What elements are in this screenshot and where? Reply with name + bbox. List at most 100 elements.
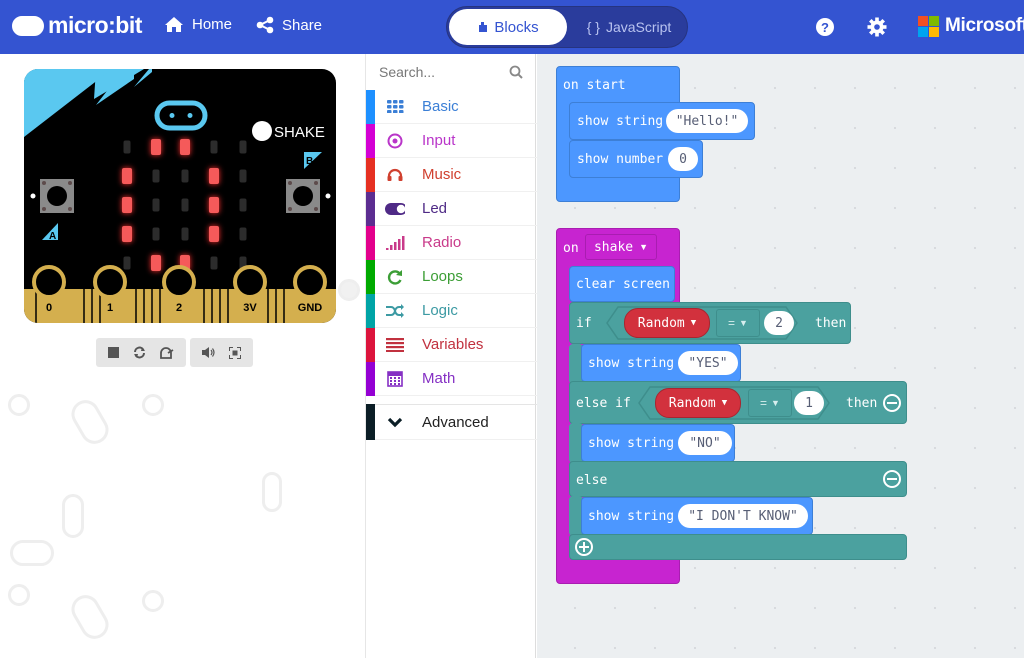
- pin-label: GND: [298, 302, 323, 314]
- led-on: [209, 197, 219, 213]
- fullscreen-icon[interactable]: [229, 346, 241, 359]
- pin-label: 2: [176, 302, 182, 314]
- category-label: Music: [422, 166, 462, 183]
- category-color-bar: [366, 293, 375, 328]
- else-block[interactable]: else: [569, 461, 907, 497]
- category-radio[interactable]: Radio: [366, 225, 537, 260]
- category-math[interactable]: Math: [366, 361, 537, 396]
- pin-gnd[interactable]: GND: [293, 265, 327, 314]
- show-number-block[interactable]: show number 0: [569, 140, 703, 178]
- top-bar: micro:bit Home Share Blocks { } JavaScri…: [0, 0, 1024, 54]
- led-off: [152, 169, 160, 183]
- shake-button: [252, 121, 272, 141]
- toolbox-search-input[interactable]: Search...: [366, 54, 537, 90]
- number-value[interactable]: 0: [668, 147, 698, 171]
- operator-dropdown[interactable]: = ▼: [716, 309, 760, 337]
- microbit-logo[interactable]: micro:bit: [12, 12, 142, 39]
- show-string-block[interactable]: show string "I DON'T KNOW": [581, 497, 813, 535]
- background-pattern: [262, 472, 282, 512]
- dropdown-arrow-icon: ▼: [639, 242, 649, 252]
- led-off: [152, 227, 160, 241]
- led-off: [239, 227, 247, 241]
- random-variable[interactable]: Random ▼: [624, 308, 710, 338]
- add-branch-icon[interactable]: [575, 538, 593, 556]
- string-value[interactable]: "I DON'T KNOW": [678, 504, 808, 528]
- category-color-bar: [366, 259, 375, 294]
- blocks-tab[interactable]: Blocks: [449, 9, 567, 45]
- dropdown-arrow-icon: ▼: [739, 318, 748, 328]
- javascript-tab[interactable]: { } JavaScript: [571, 9, 687, 45]
- category-input[interactable]: Input: [366, 123, 537, 158]
- dropdown-arrow-icon: ▼: [721, 398, 728, 408]
- remove-branch-icon[interactable]: [883, 394, 901, 412]
- led-on: [209, 168, 219, 184]
- simulator-options-group: [190, 338, 253, 367]
- home-button[interactable]: Home: [164, 16, 232, 33]
- background-pattern: [66, 395, 114, 449]
- shuffle-icon: [385, 303, 405, 318]
- category-variables[interactable]: Variables: [366, 327, 537, 362]
- category-advanced[interactable]: Advanced: [366, 404, 537, 440]
- braces-icon: { }: [586, 19, 600, 35]
- led-off: [152, 198, 160, 212]
- background-pattern: [66, 590, 114, 644]
- if-block-footer: [569, 534, 907, 560]
- blocks-workspace[interactable]: on start show string "Hello!" show numbe…: [537, 54, 1024, 658]
- background-pattern: [10, 540, 54, 566]
- svg-text:A: A: [49, 231, 56, 242]
- category-label: Radio: [422, 234, 462, 251]
- settings-button[interactable]: [866, 16, 888, 38]
- pin-label: 0: [46, 302, 52, 314]
- show-string-block[interactable]: show string "NO": [581, 424, 735, 462]
- editor-toggle: Blocks { } JavaScript: [446, 6, 688, 48]
- category-label: Loops: [422, 268, 463, 285]
- remove-else-icon[interactable]: [883, 470, 901, 488]
- category-led[interactable]: Led: [366, 191, 537, 226]
- calculator-icon: [385, 370, 405, 387]
- category-basic[interactable]: Basic: [366, 89, 537, 124]
- simulator-toolbar: [96, 338, 253, 367]
- led-off: [181, 227, 189, 241]
- if-block[interactable]: if Random ▼ = ▼ 2 then: [569, 302, 851, 344]
- category-color-bar: [366, 361, 375, 396]
- random-variable[interactable]: Random ▼: [655, 388, 741, 418]
- led-off: [210, 140, 218, 154]
- category-music[interactable]: Music: [366, 157, 537, 192]
- restart-icon[interactable]: [133, 346, 146, 359]
- microbit-board[interactable]: SHAKE A B 0 1 2 3V GND: [24, 69, 336, 323]
- stop-icon[interactable]: [108, 347, 119, 358]
- else-if-block[interactable]: else if Random ▼ = ▼ 1 then: [569, 381, 907, 424]
- led-off: [181, 169, 189, 183]
- help-button[interactable]: ?: [814, 16, 836, 38]
- string-value[interactable]: "Hello!": [666, 109, 748, 133]
- category-loops[interactable]: Loops: [366, 259, 537, 294]
- led-off: [123, 140, 131, 154]
- svg-text:?: ?: [821, 20, 829, 35]
- microsoft-logo[interactable]: Microsoft: [918, 15, 1024, 37]
- category-label: Led: [422, 200, 448, 217]
- share-button[interactable]: Share: [256, 16, 322, 34]
- home-icon: [165, 17, 183, 32]
- mute-icon[interactable]: [202, 347, 215, 358]
- event-dropdown[interactable]: shake ▼: [585, 234, 657, 260]
- toggle-icon: [385, 202, 405, 215]
- shake-label: SHAKE: [274, 124, 325, 141]
- string-value[interactable]: "YES": [678, 351, 738, 375]
- led-off: [239, 198, 247, 212]
- show-string-block[interactable]: show string "YES": [581, 344, 741, 382]
- dropdown-arrow-icon: ▼: [690, 318, 697, 328]
- led-on: [180, 139, 190, 155]
- slowmo-icon[interactable]: [160, 346, 174, 359]
- show-string-block[interactable]: show string "Hello!": [569, 102, 755, 140]
- category-label: Math: [422, 370, 456, 387]
- clear-screen-block[interactable]: clear screen: [569, 266, 675, 302]
- string-value[interactable]: "NO": [678, 431, 732, 455]
- compare-value[interactable]: 2: [764, 311, 794, 335]
- background-pattern: [338, 279, 360, 301]
- background-pattern: [62, 494, 84, 538]
- target-icon: [385, 133, 405, 149]
- category-logic[interactable]: Logic: [366, 293, 537, 328]
- compare-value[interactable]: 1: [794, 391, 824, 415]
- search-icon[interactable]: [509, 65, 523, 79]
- operator-dropdown[interactable]: = ▼: [748, 389, 792, 417]
